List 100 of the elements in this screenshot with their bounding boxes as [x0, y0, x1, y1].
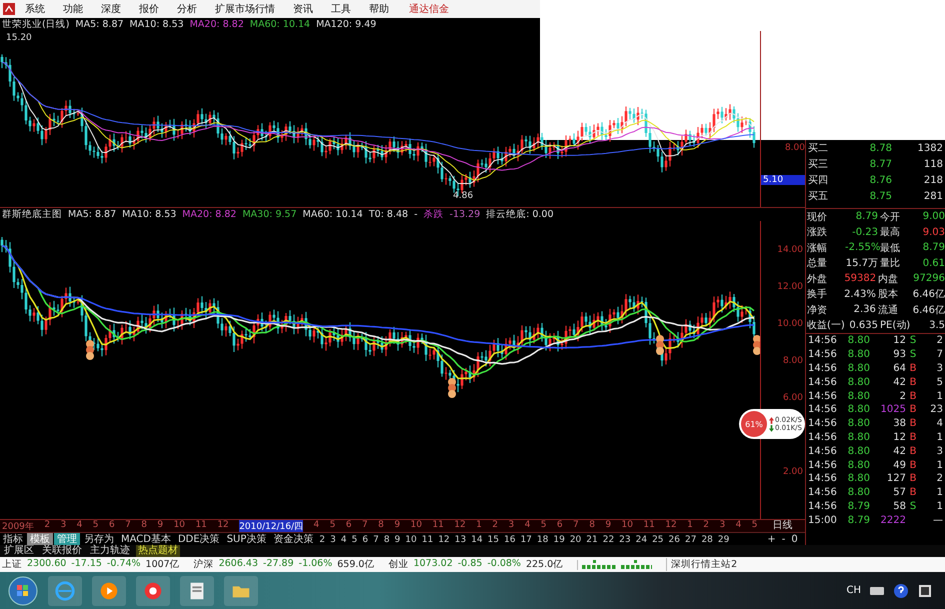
page-number-tab[interactable]: 20 [568, 534, 584, 544]
tick-time: 14:56 [808, 500, 838, 512]
page-number-tab[interactable]: 14 [469, 534, 485, 544]
menu-item[interactable]: 深度 [101, 2, 121, 16]
quote-value: 15.7万 [845, 257, 878, 270]
template-tab[interactable]: SUP决策 [224, 533, 270, 546]
page-number-tab[interactable]: 5 [350, 534, 360, 544]
page-number-tab[interactable]: 19 [551, 534, 567, 544]
bid-price: 8.76 [868, 174, 892, 186]
index-change: -27.89 [263, 558, 294, 571]
template-tab[interactable]: MACD基本 [118, 533, 174, 546]
tick-time: 14:56 [808, 376, 838, 388]
zoom-button[interactable]: 0 [791, 533, 798, 546]
period-label[interactable]: 日线 [760, 520, 805, 532]
indicator-legend-item: 世荣兆业(日线) [2, 18, 70, 31]
page-number-tab[interactable]: 29 [716, 534, 732, 544]
template-tab[interactable]: 指标 [0, 533, 26, 546]
index-change: -17.15 [71, 558, 102, 571]
indicator-legend-item: MA120: 9.49 [316, 19, 376, 30]
menu-item[interactable]: 资讯 [293, 2, 313, 16]
app-logo-icon [3, 3, 15, 15]
index-percent: -0.08% [487, 558, 521, 571]
index-value: 1073.02 [413, 558, 453, 571]
quote-value: 6.46亿 [912, 288, 945, 302]
index-amount: 225.0亿 [526, 558, 564, 571]
page-number-tab[interactable]: 4 [338, 534, 349, 544]
page-number-tab[interactable]: 7 [371, 534, 381, 544]
date-axis-label: 2009年 [2, 520, 34, 532]
menu-item[interactable]: 帮助 [369, 2, 389, 16]
page-number-tab[interactable]: 25 [650, 534, 666, 544]
menu-item[interactable]: 分析 [177, 2, 197, 16]
extension-tab[interactable]: 扩展区 [2, 545, 36, 557]
page-number-tab[interactable]: 15 [486, 534, 501, 544]
quote-value: 2.36 [852, 304, 876, 316]
start-button-icon[interactable] [8, 576, 38, 606]
page-number-tab[interactable]: 6 [360, 534, 370, 544]
page-number-tab[interactable]: 24 [634, 534, 650, 544]
tick-volume: 12 [892, 432, 906, 443]
tick-price: 8.80 [846, 362, 870, 374]
taskbar-browser-icon[interactable] [48, 576, 82, 606]
page-number-tab[interactable]: 2 [317, 534, 328, 544]
network-icon[interactable] [917, 582, 933, 598]
page-number-tab[interactable]: 26 [666, 534, 682, 544]
page-number-tab[interactable]: 23 [617, 534, 633, 544]
menu-item[interactable]: 功能 [63, 2, 83, 16]
quote-value: 8.79 [854, 211, 878, 222]
extension-tab[interactable]: 关联报价 [40, 545, 84, 557]
tick-time: 14:56 [808, 404, 838, 416]
quote-label: 最高 [879, 226, 901, 240]
tick-side: B [908, 487, 918, 498]
taskbar-document-icon[interactable] [180, 576, 214, 606]
tick-price: 8.80 [846, 487, 870, 498]
date-axis-label: 4 [314, 520, 320, 532]
tick-volume: 2222 [880, 514, 906, 526]
zoom-button[interactable]: + [767, 533, 776, 546]
page-number-tab[interactable]: 17 [518, 534, 534, 544]
zoom-button[interactable]: - [782, 533, 786, 546]
page-number-tab[interactable]: 27 [682, 534, 698, 544]
page-number-tab[interactable]: 10 [403, 534, 419, 544]
tick-volume: 42 [892, 376, 906, 388]
date-axis-label: 9 [605, 520, 612, 532]
date-axis-label: 4 [524, 520, 530, 532]
template-tab[interactable]: DDE决策 [174, 533, 223, 546]
taskbar-player-icon[interactable] [92, 576, 126, 606]
tick-count: 1 [936, 500, 944, 512]
menu-item[interactable]: 系统 [25, 2, 45, 16]
page-number-tab[interactable]: 8 [382, 534, 392, 544]
page-number-tab[interactable]: 22 [600, 534, 616, 544]
page-number-tab[interactable]: 21 [584, 534, 600, 544]
language-indicator[interactable]: CH [846, 585, 861, 596]
date-axis-label: 4 [76, 520, 82, 532]
template-tab[interactable]: 资金决策 [270, 533, 316, 546]
page-number-tab[interactable]: 28 [699, 534, 715, 544]
help-icon[interactable] [893, 582, 909, 598]
page-number-tab[interactable]: 16 [502, 534, 518, 544]
page-number-tab[interactable]: 3 [328, 534, 338, 544]
date-axis-label: 3 [508, 520, 514, 532]
bid-price: 8.78 [868, 142, 892, 154]
tick-side: S [908, 335, 918, 346]
tick-volume: 1025 [880, 404, 906, 416]
page-number-tab[interactable]: 11 [420, 534, 436, 544]
date-axis-label: 5 [540, 520, 546, 532]
menu-item[interactable]: 报价 [139, 2, 159, 16]
page-number-tab[interactable]: 18 [534, 534, 550, 544]
taskbar-app-icon[interactable] [136, 576, 170, 606]
extension-tab[interactable]: 热点题材 [136, 545, 180, 557]
menu-item[interactable]: 扩展市场行情 [215, 2, 275, 16]
page-number-tab[interactable]: 9 [392, 534, 402, 544]
page-number-tab[interactable]: 12 [436, 534, 452, 544]
date-axis-label: 7 [362, 520, 368, 532]
page-number-tab[interactable]: 13 [452, 534, 468, 544]
tick-time: 14:56 [808, 473, 838, 484]
price-axis-label: 8.00 [784, 143, 805, 153]
tick-price: 8.80 [846, 376, 870, 388]
taskbar-folder-icon[interactable] [224, 576, 258, 606]
menu-item[interactable]: 工具 [331, 2, 351, 16]
date-axis-label: 1 [687, 520, 693, 532]
template-tab[interactable]: 另存为 [81, 533, 117, 546]
quote-value: -0.23 [851, 226, 878, 238]
extension-tab[interactable]: 主力轨迹 [88, 545, 132, 557]
